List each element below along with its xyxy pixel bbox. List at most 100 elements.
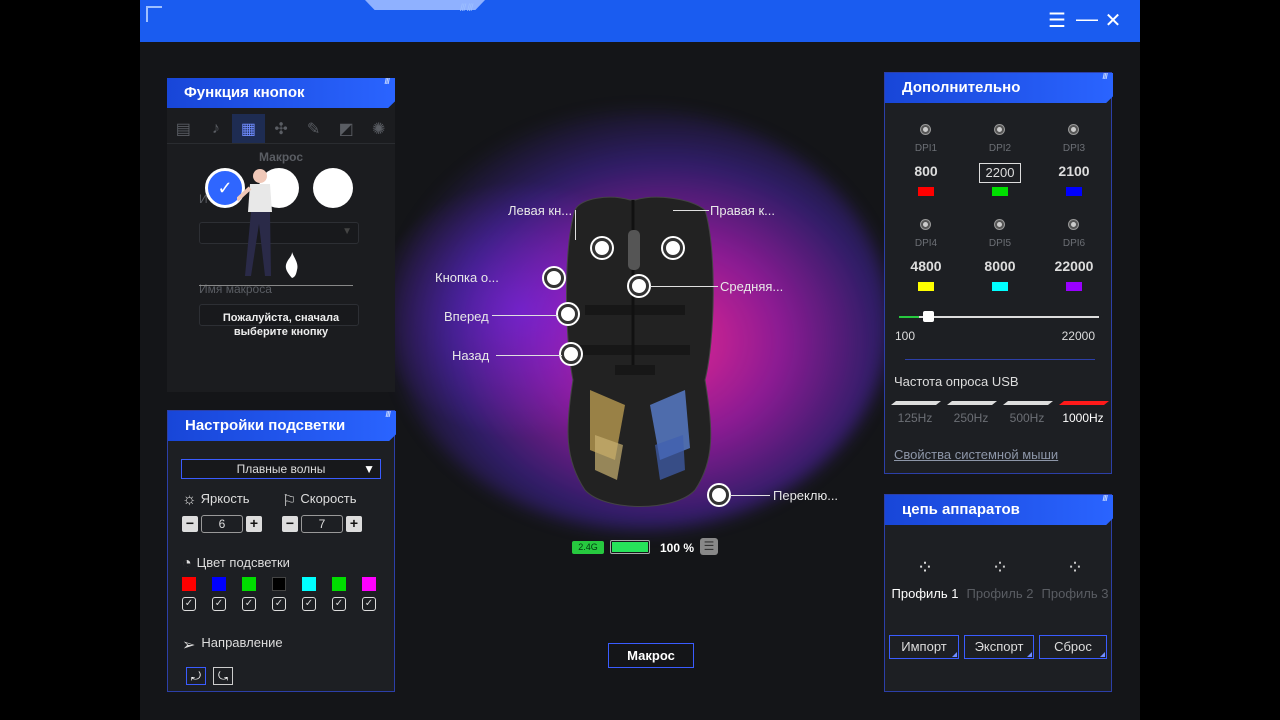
settings-sliders-icon[interactable]: ☰ [1046, 10, 1068, 32]
left-button-dot[interactable] [592, 238, 612, 258]
runner-icon: ⚐ [282, 493, 297, 510]
profile-icon[interactable]: ⁘ [913, 557, 937, 581]
middle-button-label[interactable]: Средняя... [720, 279, 783, 294]
select-circle-3[interactable] [313, 168, 353, 208]
color-swatch[interactable] [302, 577, 316, 591]
stripes-decoration: /// /// [460, 3, 473, 14]
dpi-slider-fill [899, 316, 919, 318]
tab-macro-icon[interactable]: ▦ [232, 114, 265, 143]
color-swatch[interactable] [182, 577, 196, 591]
color-checkbox[interactable]: ✓ [302, 597, 316, 611]
poll-rate-bar[interactable] [1003, 401, 1053, 405]
minimize-icon[interactable]: — [1076, 8, 1098, 32]
color-swatch[interactable] [362, 577, 376, 591]
color-checkbox[interactable]: ✓ [212, 597, 226, 611]
lighting-panel: Настройки подсветки/// Плавные волны ▼ ☼ Я… [167, 410, 396, 692]
switch-button-dot[interactable] [709, 485, 729, 505]
dpi-radio[interactable] [1069, 220, 1078, 229]
dpi-radio[interactable] [995, 220, 1004, 229]
dpi-color-swatch[interactable] [1066, 187, 1082, 196]
macro-button[interactable]: Макрос [608, 643, 694, 668]
profile-icon[interactable]: ⁘ [1063, 557, 1087, 581]
dpi-value[interactable]: 2200 [979, 163, 1021, 183]
color-swatch[interactable] [332, 577, 346, 591]
speed-minus-button[interactable]: − [282, 516, 298, 532]
poll-rate-label[interactable]: 250Hz [943, 411, 999, 425]
color-checkbox[interactable]: ✓ [332, 597, 346, 611]
forward-button-label[interactable]: Вперед [444, 309, 489, 324]
poll-rate-bar[interactable] [947, 401, 997, 405]
tab-launch-icon[interactable]: ◩ [330, 114, 363, 143]
dpi-label: DPI1 [914, 143, 938, 154]
tab-music-icon[interactable]: ♪ [200, 114, 233, 143]
profile-icon[interactable]: ⁘ [988, 557, 1012, 581]
right-button-label[interactable]: Правая к... [710, 203, 775, 218]
speed-plus-button[interactable]: + [346, 516, 362, 532]
back-button-dot[interactable] [561, 344, 581, 364]
poll-rate-label[interactable]: 125Hz [887, 411, 943, 425]
brightness-stepper[interactable]: −6 + [182, 515, 262, 533]
mode-label: Макрос [259, 150, 303, 164]
dpi-value[interactable]: 800 [896, 163, 956, 179]
dpi-value[interactable]: 8000 [970, 258, 1030, 274]
tab-move-icon[interactable]: ✣ [265, 114, 298, 143]
divider [905, 359, 1095, 360]
export-button[interactable]: Экспорт [964, 635, 1034, 659]
color-checkbox[interactable]: ✓ [362, 597, 376, 611]
right-button-dot[interactable] [663, 238, 683, 258]
middle-button-dot[interactable] [629, 276, 649, 296]
dpi-radio[interactable] [921, 125, 930, 134]
dpi-slider-thumb[interactable] [923, 311, 934, 322]
hint-line-1: Пожалуйста, сначала [222, 312, 340, 324]
chain-panel-header: цепь аппаратов/// [885, 495, 1113, 525]
color-swatch[interactable] [272, 577, 286, 591]
dpi-color-swatch[interactable] [918, 187, 934, 196]
direction-right-button[interactable]: ⤿ [213, 667, 233, 685]
switch-button-label[interactable]: Переклю... [773, 488, 838, 503]
left-button-label[interactable]: Левая кн... [508, 203, 572, 218]
forward-button-dot[interactable] [558, 304, 578, 324]
color-swatch[interactable] [212, 577, 226, 591]
button-o-label[interactable]: Кнопка о... [435, 270, 499, 285]
switch-button-line [730, 495, 770, 496]
speed-value[interactable]: 7 [301, 515, 343, 533]
dpi-color-swatch[interactable] [1066, 282, 1082, 291]
brightness-value[interactable]: 6 [201, 515, 243, 533]
reset-button[interactable]: Сброс [1039, 635, 1107, 659]
effect-select[interactable]: Плавные волны ▼ [181, 459, 381, 479]
system-mouse-link[interactable]: Свойства системной мыши [894, 447, 1058, 462]
brightness-minus-button[interactable]: − [182, 516, 198, 532]
close-icon[interactable]: ✕ [1102, 10, 1124, 32]
speed-stepper[interactable]: −7 + [282, 515, 362, 533]
color-checkbox[interactable]: ✓ [272, 597, 286, 611]
profile-label[interactable]: Профиль 3 [1037, 586, 1113, 601]
profile-label[interactable]: Профиль 2 [962, 586, 1038, 601]
dpi-color-swatch[interactable] [992, 282, 1008, 291]
import-button[interactable]: Импорт [889, 635, 959, 659]
poll-rate-bar[interactable] [1059, 401, 1109, 405]
back-button-label[interactable]: Назад [452, 348, 489, 363]
dpi-color-swatch[interactable] [918, 282, 934, 291]
poll-rate-label[interactable]: 1000Hz [1055, 411, 1111, 425]
brightness-plus-button[interactable]: + [246, 516, 262, 532]
poll-rate-label[interactable]: 500Hz [999, 411, 1055, 425]
tab-wrench-icon[interactable]: ✎ [297, 114, 330, 143]
dpi-radio[interactable] [921, 220, 930, 229]
direction-left-button[interactable]: ⤾ [186, 667, 206, 685]
dpi-value[interactable]: 2100 [1044, 163, 1104, 179]
dpi-color-swatch[interactable] [992, 187, 1008, 196]
battery-menu-icon[interactable]: ☰ [700, 538, 718, 555]
button-o-dot[interactable] [544, 268, 564, 288]
dpi-value[interactable]: 4800 [896, 258, 956, 274]
tab-light-icon[interactable]: ✺ [362, 114, 395, 143]
poll-rate-bar[interactable] [891, 401, 941, 405]
palette-icon: ◔ [182, 555, 192, 572]
dpi-radio[interactable] [1069, 125, 1078, 134]
dpi-value[interactable]: 22000 [1044, 258, 1104, 274]
color-checkbox[interactable]: ✓ [182, 597, 196, 611]
color-swatch[interactable] [242, 577, 256, 591]
color-checkbox[interactable]: ✓ [242, 597, 256, 611]
dpi-radio[interactable] [995, 125, 1004, 134]
profile-label[interactable]: Профиль 1 [887, 586, 963, 601]
tab-keyboard-icon[interactable]: ▤ [167, 114, 200, 143]
